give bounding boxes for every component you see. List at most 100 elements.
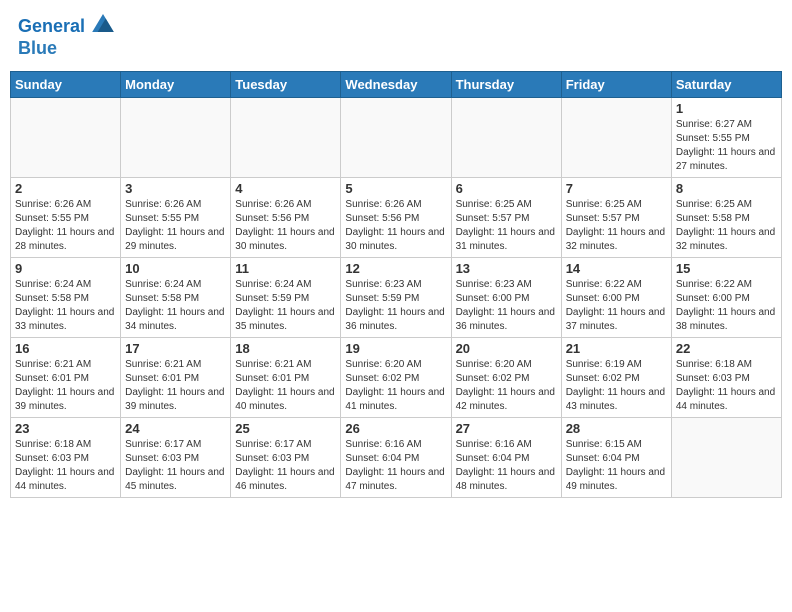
calendar-cell: 21 Sunrise: 6:19 AMSunset: 6:02 PMDayligh… — [561, 338, 671, 418]
weekday-header-saturday: Saturday — [671, 72, 781, 98]
day-info: Sunrise: 6:24 AMSunset: 5:58 PMDaylight:… — [125, 278, 226, 334]
calendar-cell: 9 Sunrise: 6:24 AMSunset: 5:58 PMDaylight… — [11, 258, 121, 338]
day-info: Sunrise: 6:23 AMSunset: 5:59 PMDaylight:… — [345, 278, 446, 334]
calendar-cell: 15 Sunrise: 6:22 AMSunset: 6:00 PMDayligh… — [671, 258, 781, 338]
calendar-cell: 18 Sunrise: 6:21 AMSunset: 6:01 PMDayligh… — [231, 338, 341, 418]
day-number: 7 — [566, 181, 667, 196]
day-number: 23 — [15, 421, 116, 436]
day-number: 13 — [456, 261, 557, 276]
calendar-cell — [121, 98, 231, 178]
calendar-cell: 8 Sunrise: 6:25 AMSunset: 5:58 PMDaylight… — [671, 178, 781, 258]
day-info: Sunrise: 6:18 AMSunset: 6:03 PMDaylight:… — [15, 438, 116, 494]
day-info: Sunrise: 6:25 AMSunset: 5:57 PMDaylight:… — [566, 198, 667, 254]
calendar-cell: 10Sunrise: 6:24 AMSunset: 5:58 PMDayligh… — [121, 258, 231, 338]
calendar-cell — [561, 98, 671, 178]
day-number: 28 — [566, 421, 667, 436]
day-info: Sunrise: 6:23 AMSunset: 6:00 PMDaylight:… — [456, 278, 557, 334]
calendar-week-row: 1 Sunrise: 6:27 AMSunset: 5:55 PMDaylight… — [11, 98, 782, 178]
day-number: 14 — [566, 261, 667, 276]
calendar-cell — [11, 98, 121, 178]
weekday-header-friday: Friday — [561, 72, 671, 98]
day-info: Sunrise: 6:22 AMSunset: 6:00 PMDaylight:… — [566, 278, 667, 334]
calendar-cell: 27 Sunrise: 6:16 AMSunset: 6:04 PMDayligh… — [451, 418, 561, 498]
calendar-cell — [671, 418, 781, 498]
logo-text: General Blue — [18, 14, 114, 59]
day-number: 18 — [235, 341, 336, 356]
day-info: Sunrise: 6:21 AMSunset: 6:01 PMDaylight:… — [125, 358, 226, 414]
calendar-table: SundayMondayTuesdayWednesdayThursdayFrid… — [10, 71, 782, 498]
calendar-cell: 12 Sunrise: 6:23 AMSunset: 5:59 PMDayligh… — [341, 258, 451, 338]
day-info: Sunrise: 6:24 AMSunset: 5:58 PMDaylight:… — [15, 278, 116, 334]
day-info: Sunrise: 6:17 AMSunset: 6:03 PMDaylight:… — [235, 438, 336, 494]
calendar-cell: 1 Sunrise: 6:27 AMSunset: 5:55 PMDaylight… — [671, 98, 781, 178]
day-info: Sunrise: 6:22 AMSunset: 6:00 PMDaylight:… — [676, 278, 777, 334]
calendar-cell: 16Sunrise: 6:21 AMSunset: 6:01 PMDayligh… — [11, 338, 121, 418]
day-info: Sunrise: 6:25 AMSunset: 5:57 PMDaylight:… — [456, 198, 557, 254]
day-info: Sunrise: 6:26 AMSunset: 5:55 PMDaylight:… — [15, 198, 116, 254]
calendar-cell: 2 Sunrise: 6:26 AMSunset: 5:55 PMDaylight… — [11, 178, 121, 258]
weekday-header-wednesday: Wednesday — [341, 72, 451, 98]
calendar-header-row: SundayMondayTuesdayWednesdayThursdayFrid… — [11, 72, 782, 98]
header: General Blue — [10, 10, 782, 63]
day-number: 20 — [456, 341, 557, 356]
day-info: Sunrise: 6:26 AMSunset: 5:56 PMDaylight:… — [235, 198, 336, 254]
weekday-header-tuesday: Tuesday — [231, 72, 341, 98]
day-info: Sunrise: 6:20 AMSunset: 6:02 PMDaylight:… — [456, 358, 557, 414]
day-number: 24 — [125, 421, 226, 436]
day-number: 26 — [345, 421, 446, 436]
calendar-cell: 7 Sunrise: 6:25 AMSunset: 5:57 PMDaylight… — [561, 178, 671, 258]
calendar-cell: 26 Sunrise: 6:16 AMSunset: 6:04 PMDayligh… — [341, 418, 451, 498]
day-number: 21 — [566, 341, 667, 356]
calendar-cell: 19 Sunrise: 6:20 AMSunset: 6:02 PMDayligh… — [341, 338, 451, 418]
day-number: 25 — [235, 421, 336, 436]
day-info: Sunrise: 6:19 AMSunset: 6:02 PMDaylight:… — [566, 358, 667, 414]
day-number: 15 — [676, 261, 777, 276]
day-number: 2 — [15, 181, 116, 196]
day-info: Sunrise: 6:26 AMSunset: 5:56 PMDaylight:… — [345, 198, 446, 254]
logo-icon — [92, 14, 114, 32]
day-number: 11 — [235, 261, 336, 276]
day-number: 27 — [456, 421, 557, 436]
day-info: Sunrise: 6:21 AMSunset: 6:01 PMDaylight:… — [15, 358, 116, 414]
day-info: Sunrise: 6:27 AMSunset: 5:55 PMDaylight:… — [676, 118, 777, 174]
day-number: 9 — [15, 261, 116, 276]
day-info: Sunrise: 6:15 AMSunset: 6:04 PMDaylight:… — [566, 438, 667, 494]
calendar-cell: 11Sunrise: 6:24 AMSunset: 5:59 PMDayligh… — [231, 258, 341, 338]
day-number: 6 — [456, 181, 557, 196]
calendar-cell: 17 Sunrise: 6:21 AMSunset: 6:01 PMDayligh… — [121, 338, 231, 418]
day-info: Sunrise: 6:21 AMSunset: 6:01 PMDaylight:… — [235, 358, 336, 414]
calendar-cell: 28 Sunrise: 6:15 AMSunset: 6:04 PMDayligh… — [561, 418, 671, 498]
calendar-cell: 3 Sunrise: 6:26 AMSunset: 5:55 PMDaylight… — [121, 178, 231, 258]
logo: General Blue — [18, 14, 114, 59]
day-info: Sunrise: 6:17 AMSunset: 6:03 PMDaylight:… — [125, 438, 226, 494]
calendar-cell: 14 Sunrise: 6:22 AMSunset: 6:00 PMDayligh… — [561, 258, 671, 338]
calendar-cell: 6 Sunrise: 6:25 AMSunset: 5:57 PMDaylight… — [451, 178, 561, 258]
day-info: Sunrise: 6:20 AMSunset: 6:02 PMDaylight:… — [345, 358, 446, 414]
weekday-header-monday: Monday — [121, 72, 231, 98]
calendar-cell: 22 Sunrise: 6:18 AMSunset: 6:03 PMDayligh… — [671, 338, 781, 418]
day-info: Sunrise: 6:25 AMSunset: 5:58 PMDaylight:… — [676, 198, 777, 254]
calendar-cell — [341, 98, 451, 178]
day-number: 1 — [676, 101, 777, 116]
calendar-week-row: 16Sunrise: 6:21 AMSunset: 6:01 PMDayligh… — [11, 338, 782, 418]
day-number: 22 — [676, 341, 777, 356]
day-number: 3 — [125, 181, 226, 196]
day-number: 4 — [235, 181, 336, 196]
calendar-cell: 5 Sunrise: 6:26 AMSunset: 5:56 PMDaylight… — [341, 178, 451, 258]
calendar-cell: 24 Sunrise: 6:17 AMSunset: 6:03 PMDayligh… — [121, 418, 231, 498]
day-number: 19 — [345, 341, 446, 356]
calendar-cell: 23 Sunrise: 6:18 AMSunset: 6:03 PMDayligh… — [11, 418, 121, 498]
calendar-cell: 25 Sunrise: 6:17 AMSunset: 6:03 PMDayligh… — [231, 418, 341, 498]
calendar-cell — [451, 98, 561, 178]
day-number: 5 — [345, 181, 446, 196]
calendar-cell: 4 Sunrise: 6:26 AMSunset: 5:56 PMDaylight… — [231, 178, 341, 258]
day-info: Sunrise: 6:18 AMSunset: 6:03 PMDaylight:… — [676, 358, 777, 414]
day-number: 17 — [125, 341, 226, 356]
day-number: 12 — [345, 261, 446, 276]
calendar-cell: 13 Sunrise: 6:23 AMSunset: 6:00 PMDayligh… — [451, 258, 561, 338]
day-number: 8 — [676, 181, 777, 196]
day-info: Sunrise: 6:26 AMSunset: 5:55 PMDaylight:… — [125, 198, 226, 254]
weekday-header-thursday: Thursday — [451, 72, 561, 98]
day-info: Sunrise: 6:16 AMSunset: 6:04 PMDaylight:… — [456, 438, 557, 494]
day-info: Sunrise: 6:16 AMSunset: 6:04 PMDaylight:… — [345, 438, 446, 494]
